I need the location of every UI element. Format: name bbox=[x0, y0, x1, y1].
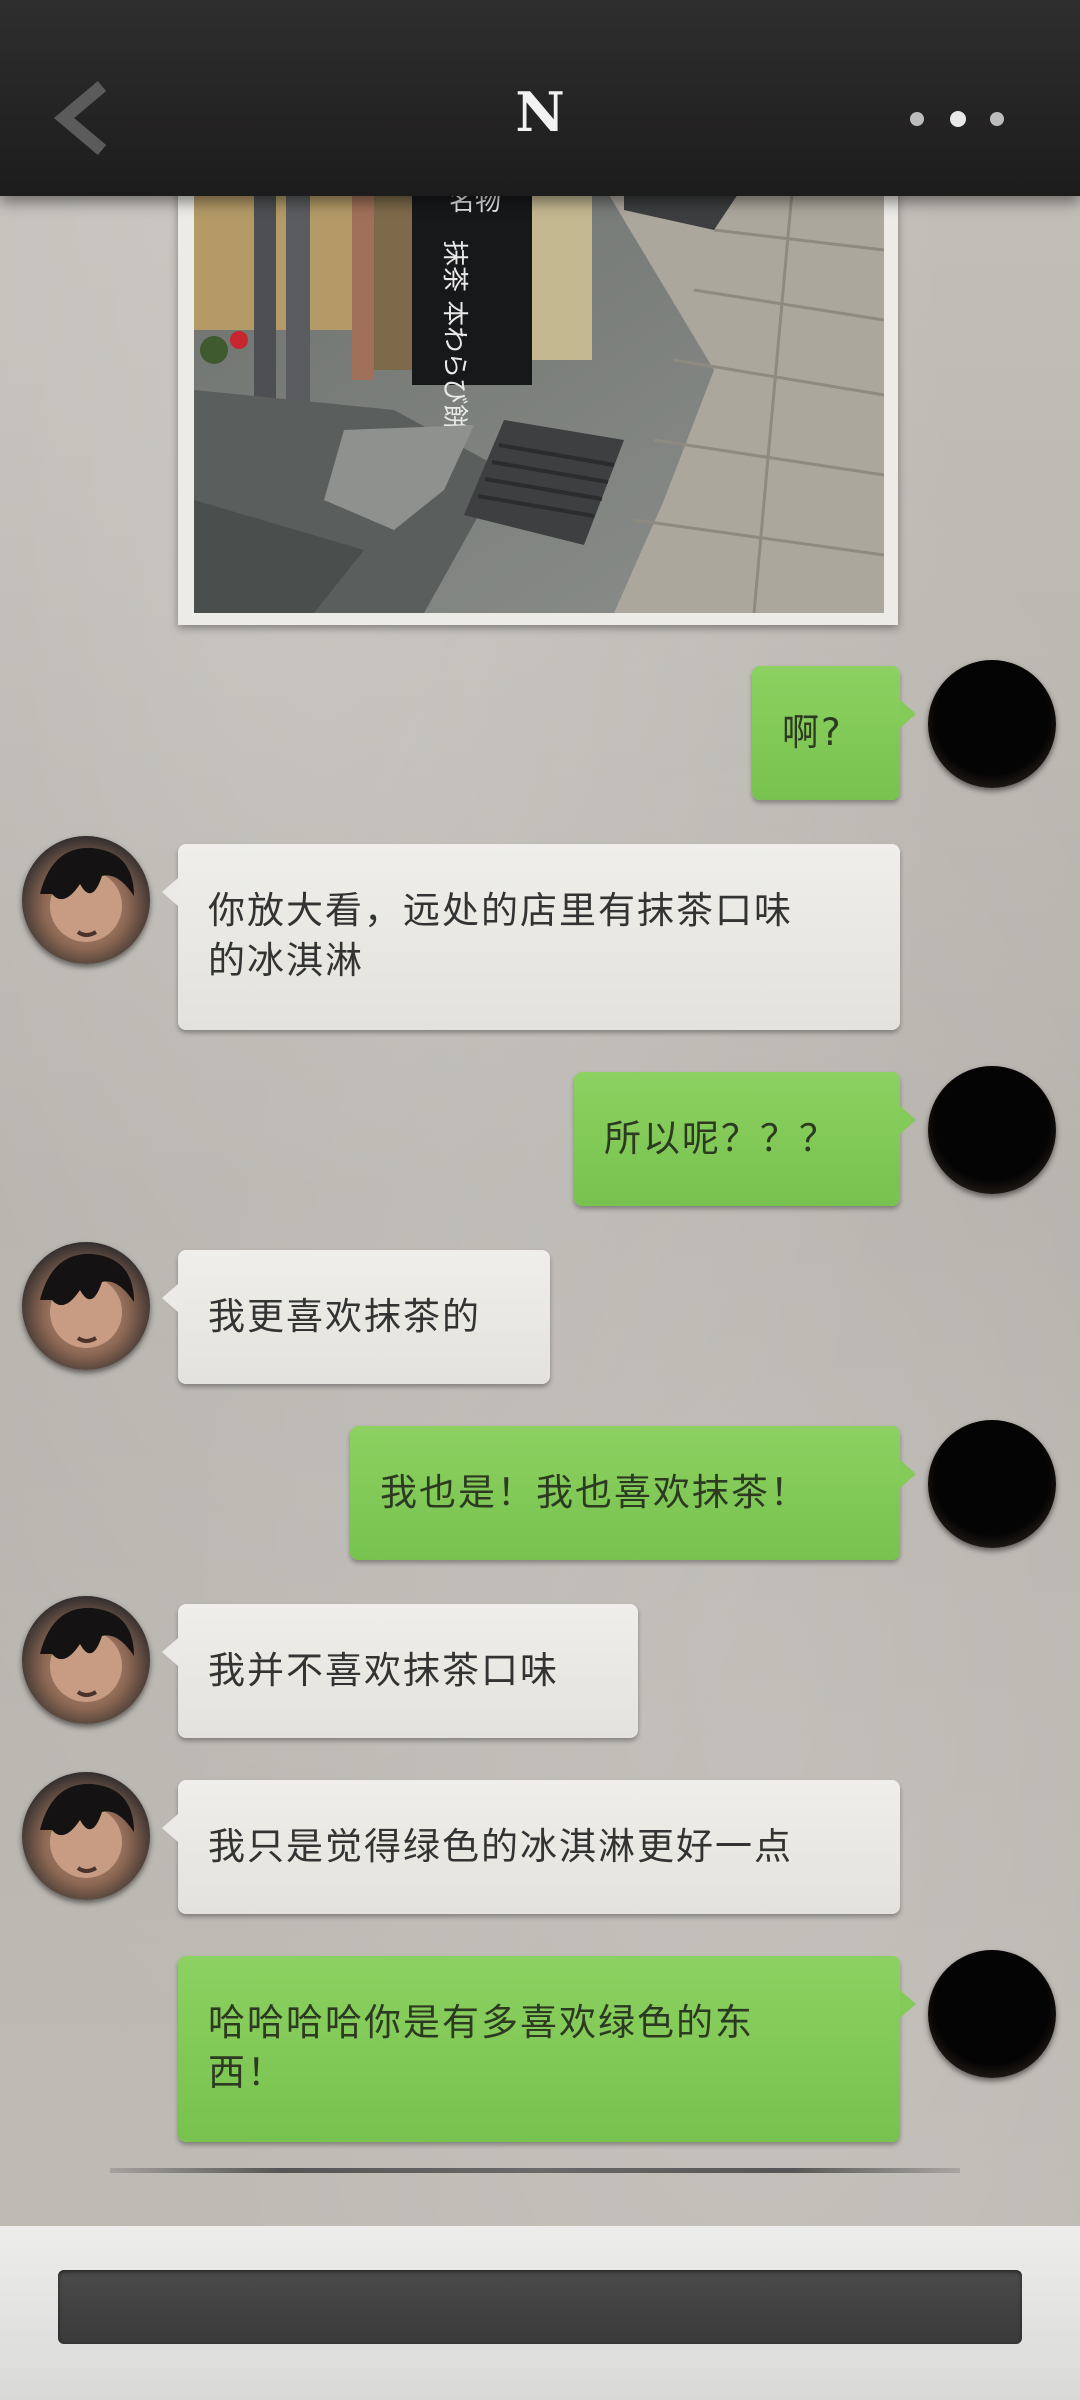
street-photo: 名物 抹茶 本わらび餅 bbox=[194, 170, 884, 613]
face-portrait bbox=[40, 1253, 134, 1348]
my-avatar[interactable] bbox=[928, 1420, 1056, 1548]
my-avatar[interactable] bbox=[928, 1066, 1056, 1194]
contact-avatar[interactable] bbox=[22, 836, 150, 964]
my-avatar[interactable] bbox=[928, 660, 1056, 788]
message-text-line-1: 哈哈哈哈你是有多喜欢绿色的东 bbox=[208, 2001, 754, 2044]
more-dots-icon bbox=[910, 112, 924, 126]
contact-message-bubble[interactable]: 你放大看，远处的店里有抹茶口味 的冰淇淋 bbox=[162, 844, 900, 1030]
shared-photo[interactable]: 名物 抹茶 本わらび餅 bbox=[178, 170, 898, 625]
more-dot bbox=[990, 112, 1004, 126]
message-text: 我也是！我也喜欢抹茶！ bbox=[380, 1471, 809, 1514]
message-text-line-2: 的冰淇淋 bbox=[208, 939, 364, 982]
my-message-bubble[interactable]: 我也是！我也喜欢抹茶！ bbox=[350, 1426, 916, 1560]
message-text-line-2: 西！ bbox=[208, 2051, 286, 2094]
bottom-bar bbox=[0, 2226, 1080, 2400]
message-text-line-1: 你放大看，远处的店里有抹茶口味 bbox=[208, 889, 793, 932]
top-bar: N bbox=[0, 0, 1080, 196]
more-dot bbox=[950, 111, 966, 127]
message-text: 我并不喜欢抹茶口味 bbox=[208, 1649, 559, 1692]
my-message-bubble[interactable]: 哈哈哈哈你是有多喜欢绿色的东 西！ bbox=[178, 1956, 916, 2142]
message-text: 我更喜欢抹茶的 bbox=[208, 1295, 481, 1338]
contact-message-bubble[interactable]: 我更喜欢抹茶的 bbox=[162, 1250, 550, 1384]
contact-avatar[interactable] bbox=[22, 1772, 150, 1900]
face-portrait bbox=[40, 847, 134, 942]
my-message-bubble[interactable]: 所以呢？？？ bbox=[574, 1072, 916, 1206]
contact-message-bubble[interactable]: 我并不喜欢抹茶口味 bbox=[162, 1604, 638, 1738]
face-portrait bbox=[40, 1607, 134, 1702]
message-text: 所以呢？？？ bbox=[604, 1117, 838, 1160]
message-text: 啊? bbox=[782, 711, 843, 754]
contact-avatar[interactable] bbox=[22, 1596, 150, 1724]
more-options-button[interactable] bbox=[910, 104, 1010, 134]
my-message-bubble[interactable]: 啊? bbox=[752, 666, 916, 800]
message-text: 我只是觉得绿色的冰淇淋更好一点 bbox=[208, 1825, 793, 1868]
reply-input-bar[interactable] bbox=[58, 2270, 1022, 2344]
photo-image: 名物 抹茶 本わらび餅 bbox=[194, 170, 884, 613]
sign-text-2: 抹茶 本わらび餅 bbox=[439, 240, 469, 430]
contact-message-bubble[interactable]: 我只是觉得绿色的冰淇淋更好一点 bbox=[162, 1780, 900, 1914]
contact-avatar[interactable] bbox=[22, 1242, 150, 1370]
face-portrait bbox=[40, 1783, 134, 1878]
message-divider bbox=[110, 2168, 960, 2173]
my-avatar[interactable] bbox=[928, 1950, 1056, 2078]
